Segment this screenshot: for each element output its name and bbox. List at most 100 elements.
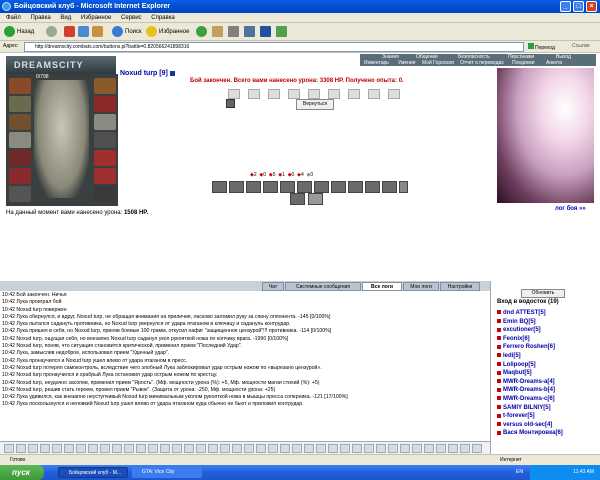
player-entry[interactable]: excutioner[5] xyxy=(497,326,593,335)
maximize-button[interactable]: □ xyxy=(573,1,584,12)
skill-button[interactable] xyxy=(365,181,380,193)
chat-tool-icon[interactable] xyxy=(40,444,50,453)
print-button[interactable] xyxy=(228,26,241,38)
menu-help[interactable]: Справка xyxy=(151,15,175,21)
chat-tool-icon[interactable] xyxy=(280,444,290,453)
amulet-slot[interactable] xyxy=(9,114,31,130)
language-indicator[interactable]: EN xyxy=(516,469,523,475)
nav-profile[interactable]: Анкета xyxy=(546,60,562,66)
player-entry[interactable]: dnd ATTEST[5] xyxy=(497,309,593,318)
chat-tool-icon[interactable] xyxy=(352,444,362,453)
character-name[interactable]: Noxud turp [9] xyxy=(120,70,175,77)
nav-horoscope[interactable]: Мой Гороскоп xyxy=(422,60,454,66)
messenger-button[interactable] xyxy=(276,26,289,38)
menu-edit[interactable]: Правка xyxy=(30,15,50,21)
chat-tool-icon[interactable] xyxy=(268,444,278,453)
skill-button[interactable] xyxy=(229,181,244,193)
minimize-button[interactable]: _ xyxy=(560,1,571,12)
skill-button[interactable] xyxy=(399,181,408,193)
chat-tool-icon[interactable] xyxy=(100,444,110,453)
close-battle-icon[interactable] xyxy=(226,99,235,108)
belt-slot[interactable] xyxy=(9,186,31,202)
player-entry[interactable]: MWR-Dreams-b[4] xyxy=(497,386,593,395)
skill-button[interactable] xyxy=(246,181,261,193)
edit-button[interactable] xyxy=(244,26,257,38)
gloves-slot[interactable] xyxy=(94,78,116,94)
links-label[interactable]: Ссылки xyxy=(572,43,590,49)
chat-tool-icon[interactable] xyxy=(448,444,458,453)
tab-chat[interactable]: Чат xyxy=(262,282,284,291)
shield-slot[interactable] xyxy=(94,132,116,148)
favorites-button[interactable]: Избранное xyxy=(146,26,189,38)
skill-button[interactable] xyxy=(290,193,305,205)
mail-button[interactable] xyxy=(212,26,225,38)
chat-log[interactable]: 10:42 Бой закончен. Ничья 10:42 Лука про… xyxy=(0,291,490,440)
battle-log-link[interactable]: лог боя »» xyxy=(555,206,586,212)
menu-favorites[interactable]: Избранное xyxy=(81,15,111,21)
chat-tool-icon[interactable] xyxy=(424,444,434,453)
player-entry[interactable]: ledi[5] xyxy=(497,352,593,361)
chat-tool-icon[interactable] xyxy=(256,444,266,453)
tab-my-logs[interactable]: Мои логи xyxy=(403,282,439,291)
address-input[interactable]: http://dreamscity.combats.com/buttons.pl… xyxy=(24,42,524,52)
pants-slot[interactable] xyxy=(94,168,116,184)
chat-tool-icon[interactable] xyxy=(88,444,98,453)
history-button[interactable] xyxy=(196,26,209,38)
player-entry[interactable]: versus old-sec[4] xyxy=(497,421,593,430)
player-entry[interactable]: Maqbut[5] xyxy=(497,369,593,378)
skill-button[interactable] xyxy=(297,181,312,193)
return-button[interactable]: Вернуться xyxy=(296,99,334,110)
chat-tool-icon[interactable] xyxy=(28,444,38,453)
tab-settings[interactable]: Настройки xyxy=(440,282,480,291)
refresh-button[interactable] xyxy=(78,26,91,38)
helmet-slot[interactable] xyxy=(9,78,31,94)
go-button[interactable]: Переход xyxy=(528,43,555,51)
skill-button[interactable] xyxy=(314,181,329,193)
search-button[interactable]: Поиск xyxy=(112,26,142,38)
chat-tool-icon[interactable] xyxy=(52,444,62,453)
player-entry[interactable]: MWR-Dreams-c[6] xyxy=(497,395,593,404)
player-entry[interactable]: MWR-Dreams-a[4] xyxy=(497,378,593,387)
player-entry[interactable]: Feonix[6] xyxy=(497,335,593,344)
player-entry[interactable]: Emin BQ[5] xyxy=(497,318,593,327)
player-entry[interactable]: t-forever[5] xyxy=(497,412,593,421)
nav-skills[interactable]: Умения xyxy=(398,60,415,66)
skill-button[interactable] xyxy=(348,181,363,193)
player-entry[interactable]: Вася Монтировка[6] xyxy=(497,429,593,438)
start-button[interactable]: пуск xyxy=(0,465,44,480)
clock[interactable]: 11:43 AM xyxy=(573,469,594,475)
player-entry[interactable]: Lolipoop[5] xyxy=(497,361,593,370)
chat-tool-icon[interactable] xyxy=(184,444,194,453)
earring-slot[interactable] xyxy=(9,96,31,112)
chat-tool-icon[interactable] xyxy=(196,444,206,453)
chat-tool-icon[interactable] xyxy=(112,444,122,453)
chat-tool-icon[interactable] xyxy=(124,444,134,453)
chat-tool-icon[interactable] xyxy=(460,444,470,453)
chat-tool-icon[interactable] xyxy=(412,444,422,453)
skill-button[interactable] xyxy=(382,181,397,193)
chat-tool-icon[interactable] xyxy=(16,444,26,453)
tab-all-logs[interactable]: Все логи xyxy=(362,282,402,291)
info-icon[interactable] xyxy=(169,70,175,76)
chat-tool-icon[interactable] xyxy=(388,444,398,453)
chat-tool-icon[interactable] xyxy=(232,444,242,453)
chat-tool-icon[interactable] xyxy=(244,444,254,453)
site-logo[interactable]: DREAMSCITY xyxy=(6,56,116,74)
tab-system-messages[interactable]: Системные сообщения xyxy=(285,282,361,291)
chat-tool-icon[interactable] xyxy=(376,444,386,453)
chat-tool-icon[interactable] xyxy=(136,444,146,453)
chat-tool-icon[interactable] xyxy=(340,444,350,453)
armor-slot[interactable] xyxy=(9,150,31,166)
skill-button[interactable] xyxy=(263,181,278,193)
leggings-slot[interactable] xyxy=(94,150,116,166)
chat-tool-icon[interactable] xyxy=(220,444,230,453)
home-button[interactable] xyxy=(92,26,105,38)
task-browser[interactable]: Бойцовский клуб - М... xyxy=(58,467,128,478)
weapon-slot-right[interactable] xyxy=(94,114,116,130)
chat-tool-icon[interactable] xyxy=(148,444,158,453)
chat-tool-icon[interactable] xyxy=(160,444,170,453)
refresh-list-button[interactable]: Обновить xyxy=(521,289,565,298)
menu-tools[interactable]: Сервис xyxy=(121,15,142,21)
cloak-slot[interactable] xyxy=(9,168,31,184)
chat-tool-icon[interactable] xyxy=(292,444,302,453)
